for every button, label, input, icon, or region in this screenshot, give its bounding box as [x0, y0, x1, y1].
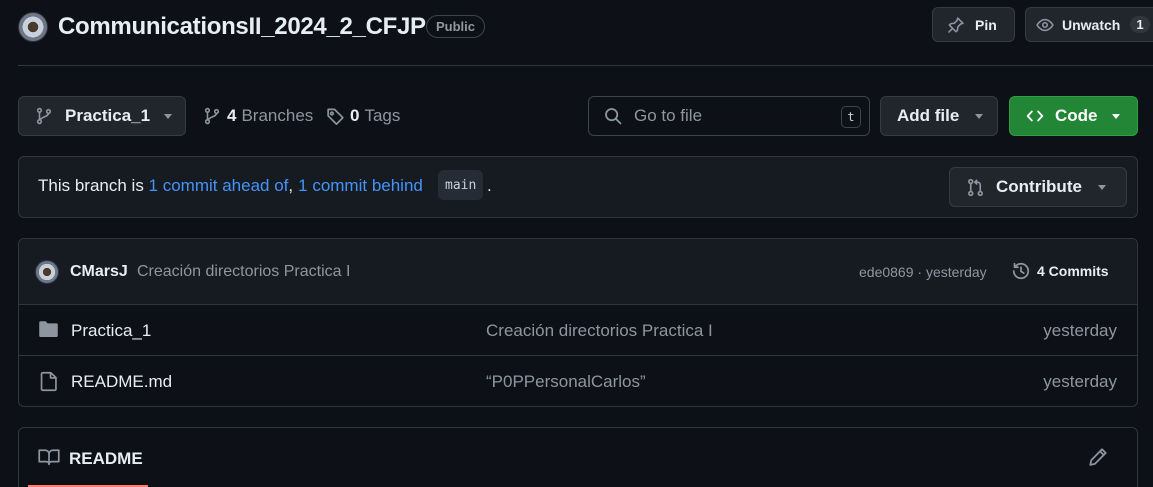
- commit-time: yesterday: [925, 264, 987, 280]
- shortcut-key: t: [841, 106, 861, 128]
- git-pull-request-icon: [966, 178, 985, 197]
- watch-label: Unwatch: [1062, 16, 1121, 33]
- readme-title[interactable]: README: [69, 449, 143, 469]
- eye-icon: [1036, 16, 1054, 34]
- code-button[interactable]: Code: [1009, 96, 1138, 136]
- pin-button[interactable]: Pin: [932, 7, 1015, 42]
- branches-label: Branches: [241, 106, 314, 125]
- file-icon: [40, 371, 58, 392]
- branch-name: Practica_1: [65, 106, 151, 125]
- search-icon: [604, 107, 622, 125]
- readme-panel: [18, 427, 1138, 487]
- watch-count: 1: [1130, 16, 1150, 33]
- branches-count: 4: [227, 106, 237, 125]
- branch-status-comma: ,: [288, 176, 294, 195]
- repo-title[interactable]: CommunicationsII_2024_2_CFJP: [58, 13, 426, 41]
- ahead-link[interactable]: 1 commit ahead of: [149, 176, 289, 196]
- row-divider: [19, 355, 1137, 356]
- code-icon: [1025, 107, 1045, 125]
- commit-message[interactable]: Creación directorios Practica I: [137, 263, 350, 281]
- file-row-message[interactable]: “P0PPersonalCarlos”: [486, 372, 646, 392]
- go-to-file-placeholder: Go to file: [634, 106, 703, 125]
- chevron-down-icon: [1097, 184, 1106, 190]
- git-branch-icon: [35, 107, 53, 125]
- tags-count: 0: [350, 106, 360, 125]
- file-row-name[interactable]: README.md: [71, 372, 172, 392]
- commit-author[interactable]: CMarsJ: [70, 263, 128, 281]
- visibility-badge: Public: [426, 15, 486, 38]
- commit-separator: ·: [913, 264, 926, 280]
- tag-icon: [326, 107, 345, 126]
- commit-meta: ede0869 · yesterday: [859, 264, 987, 280]
- branch-status-text: This branch is 1 commit ahead of , 1 com…: [38, 176, 423, 196]
- contribute-button[interactable]: Contribute: [949, 167, 1127, 207]
- add-file-button[interactable]: Add file: [880, 96, 998, 136]
- branch-selector[interactable]: Practica_1: [18, 96, 186, 136]
- add-file-label: Add file: [897, 106, 960, 125]
- go-to-file-input[interactable]: Go to file t: [588, 96, 870, 136]
- branch-status-prefix: This branch is: [38, 176, 149, 195]
- commit-author-avatar[interactable]: [35, 260, 59, 284]
- file-row-name[interactable]: Practica_1: [71, 321, 151, 341]
- contribute-label: Contribute: [996, 177, 1082, 196]
- history-icon: [1011, 261, 1031, 281]
- watch-button[interactable]: Unwatch 1: [1025, 7, 1153, 42]
- pencil-icon[interactable]: [1088, 447, 1108, 467]
- code-label: Code: [1055, 106, 1098, 125]
- branches-link[interactable]: 4 Branches: [203, 106, 313, 126]
- chevron-down-icon: [164, 113, 173, 119]
- commits-count-label: 4 Commits: [1037, 263, 1109, 279]
- tags-link[interactable]: 0 Tags: [326, 106, 400, 126]
- branch-status-suffix: .: [487, 176, 492, 195]
- owner-avatar[interactable]: [18, 12, 48, 42]
- file-row-time: yesterday: [1043, 372, 1117, 391]
- base-branch-code[interactable]: main: [438, 170, 484, 200]
- file-row-message[interactable]: Creación directorios Practica I: [486, 321, 713, 341]
- header-divider: [18, 65, 1153, 66]
- pin-label: Pin: [975, 16, 997, 33]
- tags-label: Tags: [364, 106, 401, 125]
- pin-icon: [947, 16, 965, 34]
- folder-icon: [38, 320, 59, 338]
- file-row-time: yesterday: [1043, 321, 1117, 340]
- behind-link[interactable]: 1 commit behind: [298, 176, 423, 196]
- chevron-down-icon: [1111, 113, 1120, 119]
- book-icon: [38, 448, 60, 466]
- commit-sha[interactable]: ede0869: [859, 264, 914, 280]
- chevron-down-icon: [975, 113, 984, 119]
- commits-link[interactable]: 4 Commits: [1011, 261, 1109, 281]
- git-branch-icon: [203, 107, 221, 125]
